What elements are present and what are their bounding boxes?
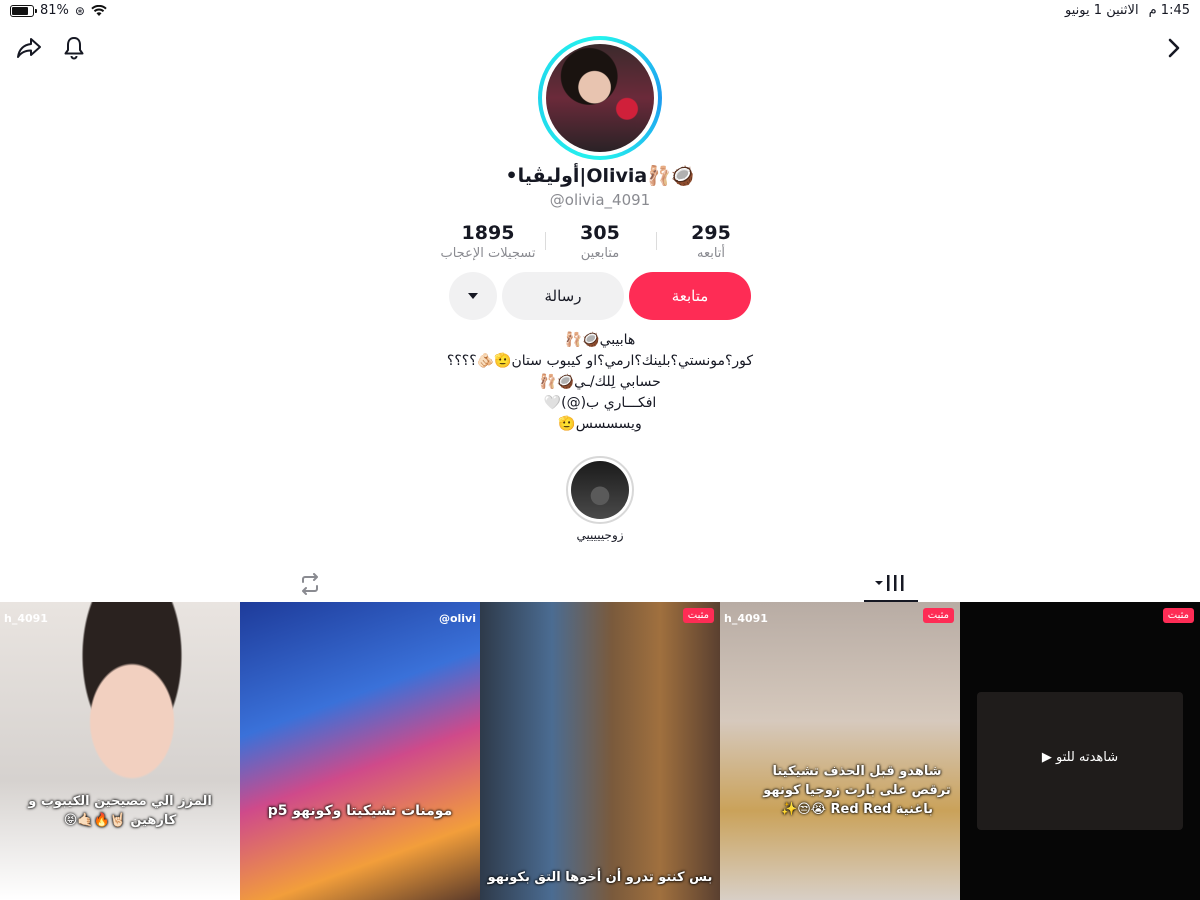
video-caption: مومنات تشيكيتا وكونهو p5	[267, 803, 453, 819]
bio-line: كور؟مونستي؟بلينك؟ارمي؟او كيبوب ستان🫡🫵🏻؟؟…	[446, 353, 754, 369]
status-bar: 81% ⊛ 1:45 م الاثنين 1 يونيو	[0, 0, 1200, 22]
video-caption: شاهدو قبل الحذف تشيكيتا ترقص على بارت زو…	[763, 764, 951, 817]
story-highlight-label: زوجيييييي	[576, 528, 624, 542]
avatar-image	[546, 44, 654, 152]
video-watermark: h_4091	[4, 612, 48, 625]
video-grid: h_4091 المزز الي مصيحين الكيبوب و كارهين…	[0, 602, 1200, 900]
story-highlight-thumbnail	[571, 461, 629, 519]
display-name: •أوليڤيا|Olivia🩰🥥	[505, 165, 695, 187]
battery-percentage: 81%	[40, 3, 69, 18]
avatar[interactable]	[538, 36, 662, 160]
share-icon[interactable]	[15, 34, 43, 62]
orientation-lock-icon: ⊛	[74, 3, 85, 18]
stat-likes-label: تسجيلات الإعجاب	[440, 246, 536, 261]
video-frame: شاهدته للتو ▶	[977, 692, 1183, 830]
bio-line: ويسسسس🫡	[558, 416, 642, 432]
status-date: الاثنين 1 يونيو	[1065, 3, 1139, 18]
repost-icon	[302, 573, 318, 595]
video-tile[interactable]: مثبت بس كنتو تدرو أن أخوها التق بكونهو	[480, 602, 720, 900]
video-tile[interactable]: h_4091 مثبت شاهدو قبل الحذف تشيكيتا ترقص…	[720, 602, 960, 900]
videos-grid-icon	[875, 575, 904, 591]
status-left: 81% ⊛	[10, 3, 107, 18]
more-options-button[interactable]	[449, 272, 497, 320]
bio-line: هابيبي🥥🩰	[564, 332, 636, 348]
battery-icon	[10, 4, 37, 17]
tab-reposts[interactable]	[290, 566, 330, 602]
pinned-badge: مثبت	[682, 608, 714, 623]
username: @olivia_4091	[549, 191, 651, 209]
watched-label: شاهدته للتو ▶	[1041, 750, 1119, 765]
wifi-icon	[91, 4, 107, 16]
video-watermark: @olivi	[438, 612, 476, 625]
bio-line: حسابي لِلك/ـي🥥🩰	[539, 374, 661, 390]
bio-line: افكـــاري ب(@)🤍	[543, 395, 657, 411]
message-button[interactable]: رسالة	[502, 272, 624, 320]
pinned-badge: مثبت	[1162, 608, 1194, 623]
video-caption: بس كنتو تدرو أن أخوها التق بكونهو	[487, 870, 713, 885]
chevron-right-icon[interactable]	[1160, 34, 1188, 62]
video-tile[interactable]: @olivi مومنات تشيكيتا وكونهو p5	[240, 602, 480, 900]
pinned-badge: مثبت	[922, 608, 954, 623]
bell-icon[interactable]	[60, 34, 88, 62]
video-caption: المزز الي مصيحين الكيبوب و كارهين 🤘🏻🔥🤙🏻😝	[28, 794, 212, 828]
stat-likes[interactable]: 1895 تسجيلات الإعجاب	[418, 222, 558, 261]
bio: هابيبي🥥🩰 كور؟مونستي؟بلينك؟ارمي؟او كيبوب …	[0, 330, 1200, 435]
status-time: 1:45 م	[1148, 3, 1190, 18]
follow-button[interactable]: متابعة	[629, 272, 751, 320]
video-tile[interactable]: مثبت شاهدته للتو ▶	[960, 602, 1200, 900]
video-tile[interactable]: h_4091 المزز الي مصيحين الكيبوب و كارهين…	[0, 602, 240, 900]
status-right: 1:45 م الاثنين 1 يونيو	[1065, 3, 1190, 18]
video-watermark: h_4091	[724, 612, 768, 625]
stat-likes-value: 1895	[461, 222, 515, 244]
story-highlight[interactable]	[566, 456, 634, 524]
triangle-down-icon	[468, 293, 478, 299]
tab-videos[interactable]	[864, 566, 918, 602]
